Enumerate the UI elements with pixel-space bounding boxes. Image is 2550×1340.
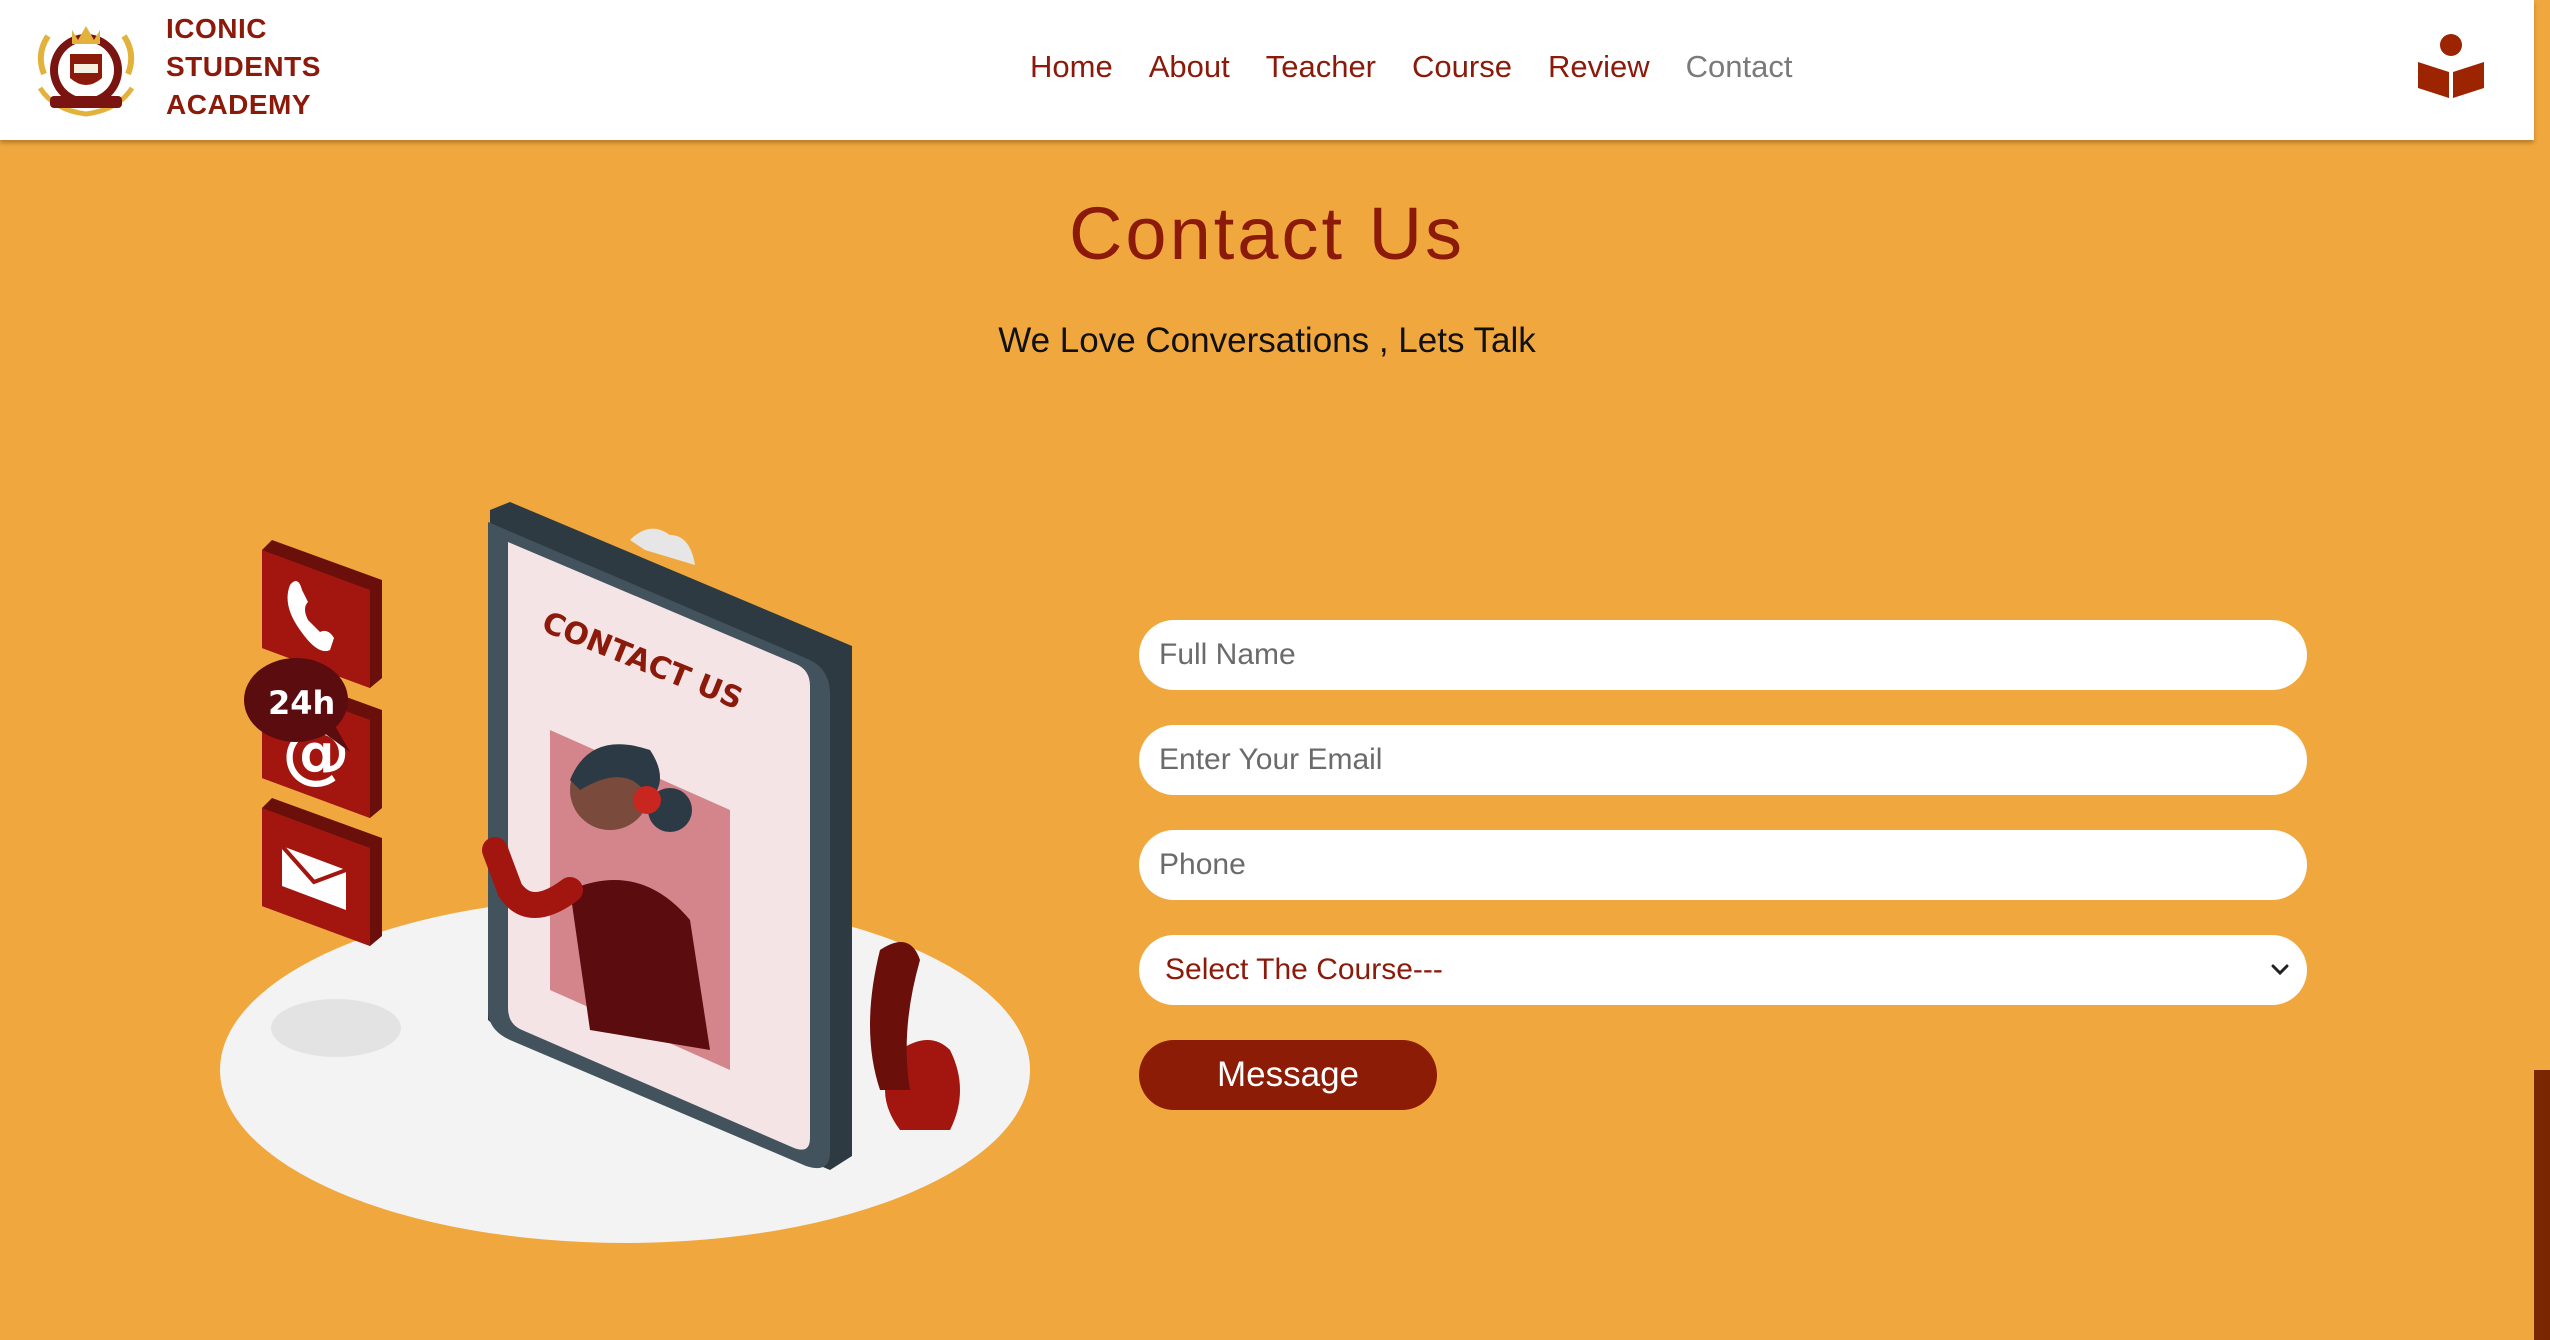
headset-icon [633,786,661,814]
email-input[interactable] [1139,725,2307,795]
brand-line: ACADEMY [166,89,312,120]
site-header: ICONIC STUDENTS ACADEMY Home About Teach… [0,0,2534,140]
brand-name[interactable]: ICONIC STUDENTS ACADEMY [166,10,321,124]
nav-contact[interactable]: Contact [1686,44,1793,90]
nav-home[interactable]: Home [1030,44,1113,90]
main-nav: Home About Teacher Course Review Contact [1030,44,1792,90]
nav-review[interactable]: Review [1548,44,1650,90]
nav-about[interactable]: About [1149,44,1230,90]
chevron-down-icon [2271,964,2289,976]
floor-shadow [271,999,401,1057]
svg-text:24h: 24h [268,684,335,722]
brand-line: ICONIC [166,13,267,44]
phone-input[interactable] [1139,830,2307,900]
contact-subtitle: We Love Conversations , Lets Talk [998,321,1536,360]
nav-teacher[interactable]: Teacher [1266,44,1376,90]
mail-icon-tile [262,798,382,946]
brand-line: STUDENTS [166,51,321,82]
message-submit-button[interactable]: Message [1139,1040,1437,1110]
course-select-value: Select The Course--- [1165,953,1443,986]
book-reader-icon[interactable] [2416,32,2486,100]
contact-form: Select The Course--- Message [1139,620,2307,1110]
contact-illustration: @ CONTACT US 24h [220,502,1030,1243]
full-name-input[interactable] [1139,620,2307,690]
nav-course[interactable]: Course [1412,44,1512,90]
academy-logo-icon[interactable] [34,14,138,120]
course-select[interactable]: Select The Course--- [1139,935,2307,1005]
page-scrollbar-thumb[interactable] [2534,1070,2550,1340]
contact-title: Contact Us [1068,192,1466,275]
